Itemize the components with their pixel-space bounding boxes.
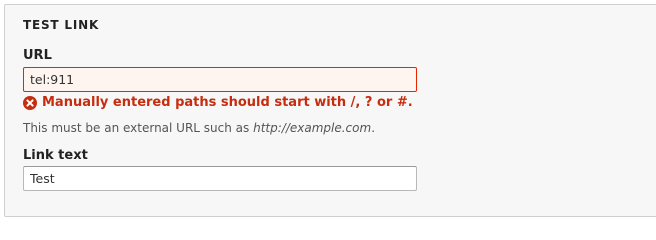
url-description-suffix: . [371,121,376,135]
error-x-circle-icon [23,95,37,110]
url-input[interactable] [23,67,417,92]
url-error-text: Manually entered paths should start with… [42,95,413,110]
url-description-prefix: This must be an external URL such as [23,121,254,135]
link-text-input[interactable] [23,166,417,191]
url-error-message: Manually entered paths should start with… [23,95,413,110]
fieldset-legend: TEST LINK [23,18,100,32]
test-link-fieldset: TEST LINK URL Manually entered paths sho… [4,4,656,217]
url-description: This must be an external URL such as htt… [23,121,375,135]
link-text-label: Link text [23,148,88,163]
url-label: URL [23,48,52,63]
url-description-example: http://example.com [253,121,372,135]
